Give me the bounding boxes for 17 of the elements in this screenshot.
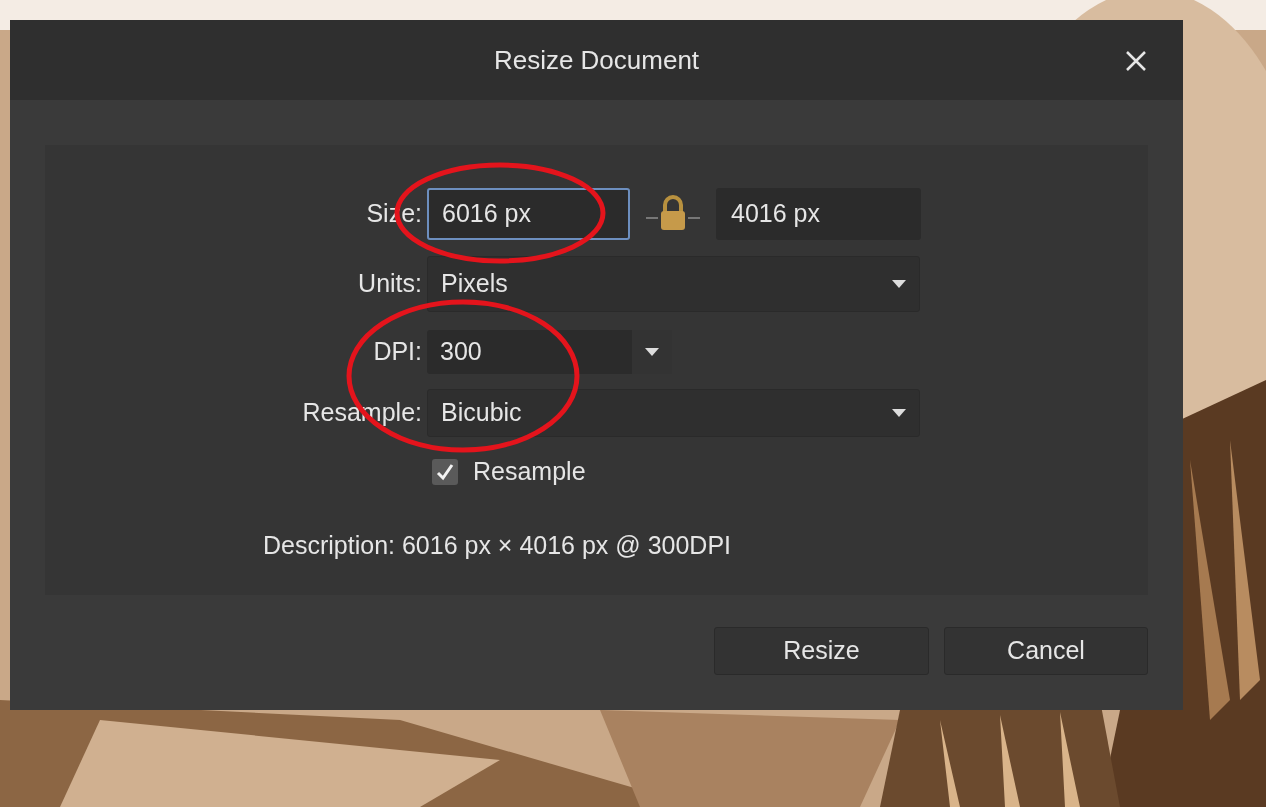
caret-icon bbox=[892, 280, 906, 288]
width-field[interactable]: 6016 px bbox=[427, 188, 630, 240]
caret-icon[interactable] bbox=[645, 348, 659, 356]
cancel-button[interactable]: Cancel bbox=[944, 627, 1148, 675]
units-label: Units: bbox=[357, 268, 423, 300]
dpi-label: DPI: bbox=[372, 336, 423, 368]
resample-dropdown[interactable]: Bicubic bbox=[427, 389, 920, 437]
description-text: Description: 6016 px × 4016 px @ 300DPI bbox=[263, 530, 732, 561]
window-title: Resize Document bbox=[493, 43, 700, 77]
dpi-field[interactable]: 300 bbox=[427, 330, 672, 374]
caret-icon bbox=[892, 409, 906, 417]
height-field[interactable]: 4016 px bbox=[716, 188, 921, 240]
checkbox-label[interactable]: Resample bbox=[473, 453, 586, 491]
checkbox[interactable] bbox=[432, 459, 458, 485]
close-icon[interactable] bbox=[1125, 50, 1147, 72]
units-dropdown[interactable]: Pixels bbox=[427, 256, 920, 312]
resize-button[interactable]: Resize bbox=[714, 627, 929, 675]
